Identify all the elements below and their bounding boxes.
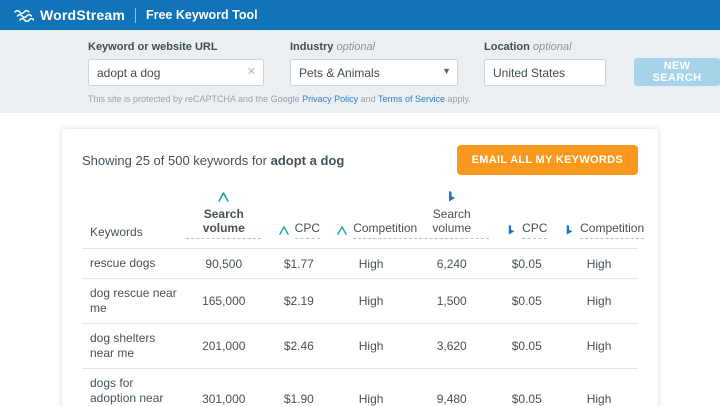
table-row: dogs for adoption near me 301,000 $1.90 …: [82, 368, 638, 406]
keyword-cell: dog rescue near me: [82, 278, 183, 324]
top-header: WordStream Free Keyword Tool: [0, 0, 720, 30]
google-search-volume-cell: 201,000: [182, 323, 266, 369]
google-competition-cell: High: [332, 278, 411, 324]
location-field-group: Location optional: [484, 41, 606, 86]
waves-icon: [14, 9, 34, 22]
bing-competition-cell: High: [560, 278, 638, 324]
google-cpc-cell: $1.90: [265, 368, 333, 406]
bing-competition-cell: High: [560, 368, 638, 406]
industry-label: Industry optional: [290, 41, 376, 53]
results-summary: Showing 25 of 500 keywords for adopt a d…: [82, 152, 345, 168]
terms-of-service-link[interactable]: Terms of Service: [378, 94, 445, 104]
table-row: dog rescue near me 165,000 $2.19 High 1,…: [82, 278, 638, 324]
brand-name: WordStream: [40, 7, 125, 23]
location-input[interactable]: [484, 59, 606, 86]
column-header-google-cpc[interactable]: CPC: [265, 188, 332, 249]
google-ads-icon: [218, 192, 229, 202]
searched-keyword: adopt a dog: [270, 152, 345, 168]
email-keywords-button[interactable]: EMAIL ALL MY KEYWORDS: [456, 145, 638, 175]
clear-input-icon[interactable]: ✕: [247, 65, 256, 79]
keyword-field-group: Keyword or website URL ✕: [88, 41, 264, 86]
google-cpc-cell: $1.77: [265, 248, 333, 279]
bing-competition-cell: High: [560, 248, 638, 279]
bing-cpc-cell: $0.05: [493, 278, 561, 324]
results-card: Showing 25 of 500 keywords for adopt a d…: [62, 129, 658, 406]
google-search-volume-cell: 165,000: [182, 278, 266, 324]
keyword-cell: rescue dogs: [82, 248, 183, 279]
google-cpc-cell: $2.19: [265, 278, 333, 324]
bing-search-volume-cell: 6,240: [410, 248, 494, 279]
bing-search-volume-cell: 3,620: [410, 323, 494, 369]
location-label: Location optional: [484, 41, 572, 53]
search-panel: Keyword or website URL ✕ Industry option…: [0, 30, 720, 113]
keyword-cell: dogs for adoption near me: [82, 368, 183, 406]
bing-icon: [508, 224, 515, 235]
table-row: rescue dogs 90,500 $1.77 High 6,240 $0.0…: [82, 248, 638, 279]
keyword-input[interactable]: [88, 59, 264, 86]
column-header-bing-search-volume[interactable]: Search volume: [410, 188, 493, 249]
google-competition-cell: High: [332, 323, 411, 369]
column-header-google-competition[interactable]: Competition: [332, 188, 418, 249]
google-competition-cell: High: [332, 248, 411, 279]
google-ads-icon: [278, 225, 289, 235]
bing-icon: [448, 191, 455, 202]
keyword-label: Keyword or website URL: [88, 41, 218, 53]
google-search-volume-cell: 301,000: [182, 368, 266, 406]
keywords-table: Keywords Search volume CPC Competition S…: [82, 188, 645, 406]
wordstream-logo[interactable]: WordStream: [14, 7, 125, 23]
column-header-bing-competition[interactable]: Competition: [560, 188, 645, 249]
industry-field-group: Industry optional Pets & Animals ▼: [290, 41, 458, 86]
new-search-button[interactable]: NEW SEARCH: [634, 58, 720, 86]
industry-select[interactable]: Pets & Animals: [290, 59, 458, 86]
results-area: Showing 25 of 500 keywords for adopt a d…: [0, 113, 720, 406]
google-ads-icon: [337, 225, 347, 235]
google-competition-cell: High: [332, 368, 411, 406]
column-header-bing-cpc[interactable]: CPC: [493, 188, 560, 249]
privacy-policy-link[interactable]: Privacy Policy: [302, 94, 358, 104]
bing-icon: [566, 224, 573, 235]
bing-cpc-cell: $0.05: [493, 248, 561, 279]
industry-optional-label: optional: [336, 41, 376, 53]
table-row: dog shelters near me 201,000 $2.46 High …: [82, 323, 638, 369]
header-divider: [134, 7, 136, 23]
location-optional-label: optional: [532, 41, 572, 53]
column-header-keywords: Keywords: [90, 225, 143, 239]
google-cpc-cell: $2.46: [265, 323, 333, 369]
bing-search-volume-cell: 1,500: [410, 278, 494, 324]
bing-cpc-cell: $0.05: [493, 323, 561, 369]
bing-search-volume-cell: 9,480: [410, 368, 494, 406]
page-title: Free Keyword Tool: [145, 8, 258, 22]
bing-cpc-cell: $0.05: [493, 368, 561, 406]
keyword-cell: dog shelters near me: [82, 323, 183, 369]
bing-competition-cell: High: [560, 323, 638, 369]
column-header-google-search-volume[interactable]: Search volume: [182, 188, 265, 249]
google-search-volume-cell: 90,500: [182, 248, 266, 279]
recaptcha-notice: This site is protected by reCAPTCHA and …: [88, 94, 471, 104]
